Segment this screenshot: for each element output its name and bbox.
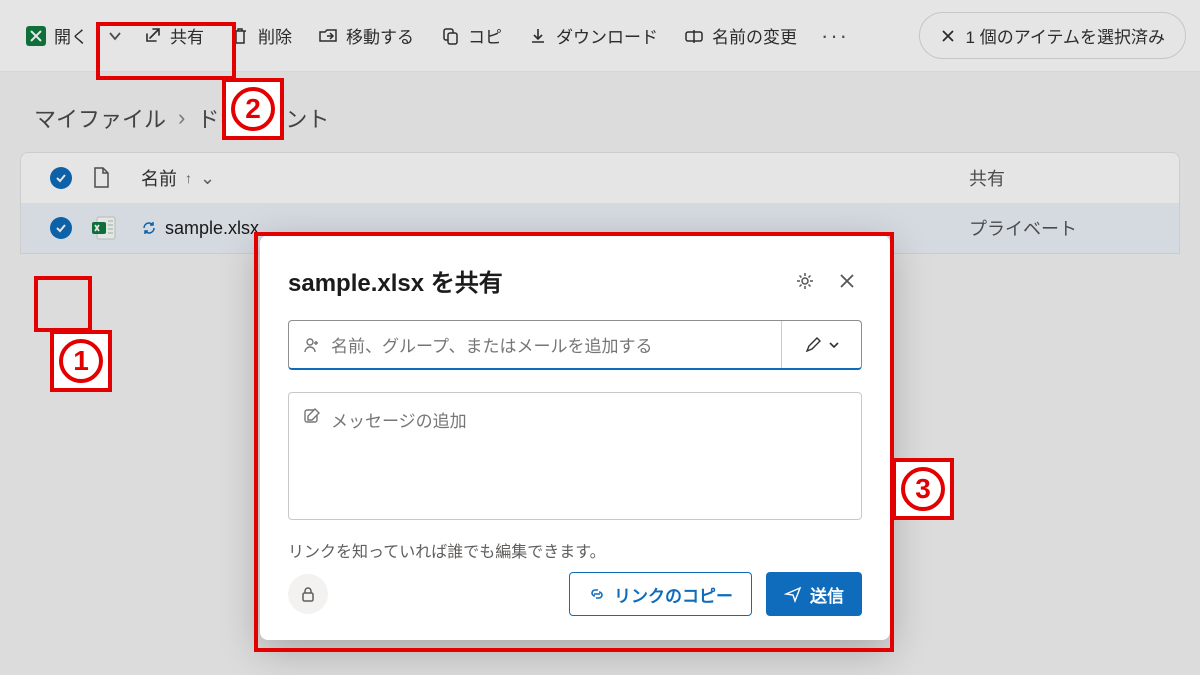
excel-app-icon (26, 26, 46, 46)
move-button[interactable]: 移動する (306, 15, 426, 56)
file-name[interactable]: sample.xlsx (165, 218, 259, 239)
annotation-badge-1: 1 (50, 330, 112, 392)
column-name-header[interactable]: 名前 ↑ ⌄ (141, 165, 541, 191)
copy-button[interactable]: コピ (428, 15, 514, 56)
annotation-box-2 (96, 22, 236, 80)
download-button[interactable]: ダウンロード (516, 15, 670, 56)
breadcrumb-root[interactable]: マイファイル (34, 102, 166, 134)
file-share-state: プライベート (969, 215, 1169, 241)
open-label: 開く (54, 23, 88, 48)
list-header: 名前 ↑ ⌄ 共有 (21, 153, 1179, 203)
selection-text: 1 個のアイテムを選択済み (966, 23, 1165, 48)
column-share-header[interactable]: 共有 (969, 165, 1169, 191)
sync-icon (141, 220, 157, 236)
rename-button[interactable]: 名前の変更 (672, 15, 809, 56)
excel-file-icon (91, 215, 141, 241)
file-type-header-icon[interactable] (91, 166, 141, 190)
download-label: ダウンロード (556, 23, 658, 48)
copy-icon (440, 26, 460, 46)
annotation-box-3 (254, 232, 894, 652)
select-all-checkbox[interactable] (50, 167, 72, 189)
close-icon[interactable] (940, 28, 956, 44)
delete-label: 削除 (258, 23, 292, 48)
move-label: 移動する (346, 23, 414, 48)
copy-label: コピ (468, 23, 502, 48)
selection-indicator[interactable]: 1 個のアイテムを選択済み (919, 12, 1186, 59)
annotation-box-1 (34, 276, 92, 332)
download-icon (528, 26, 548, 46)
rename-icon (684, 26, 704, 46)
open-button[interactable]: 開く (14, 15, 100, 56)
row-checkbox[interactable] (50, 217, 72, 239)
sort-up-icon: ↑ (185, 170, 192, 186)
chevron-right-icon: › (178, 105, 185, 131)
chevron-down-icon: ⌄ (200, 168, 215, 189)
breadcrumb: マイファイル › ドキュメント (0, 72, 1200, 152)
annotation-badge-3: 3 (892, 458, 954, 520)
rename-label: 名前の変更 (712, 23, 797, 48)
more-button[interactable]: ··· (811, 15, 859, 57)
annotation-badge-2: 2 (222, 78, 284, 140)
move-folder-icon (318, 26, 338, 46)
